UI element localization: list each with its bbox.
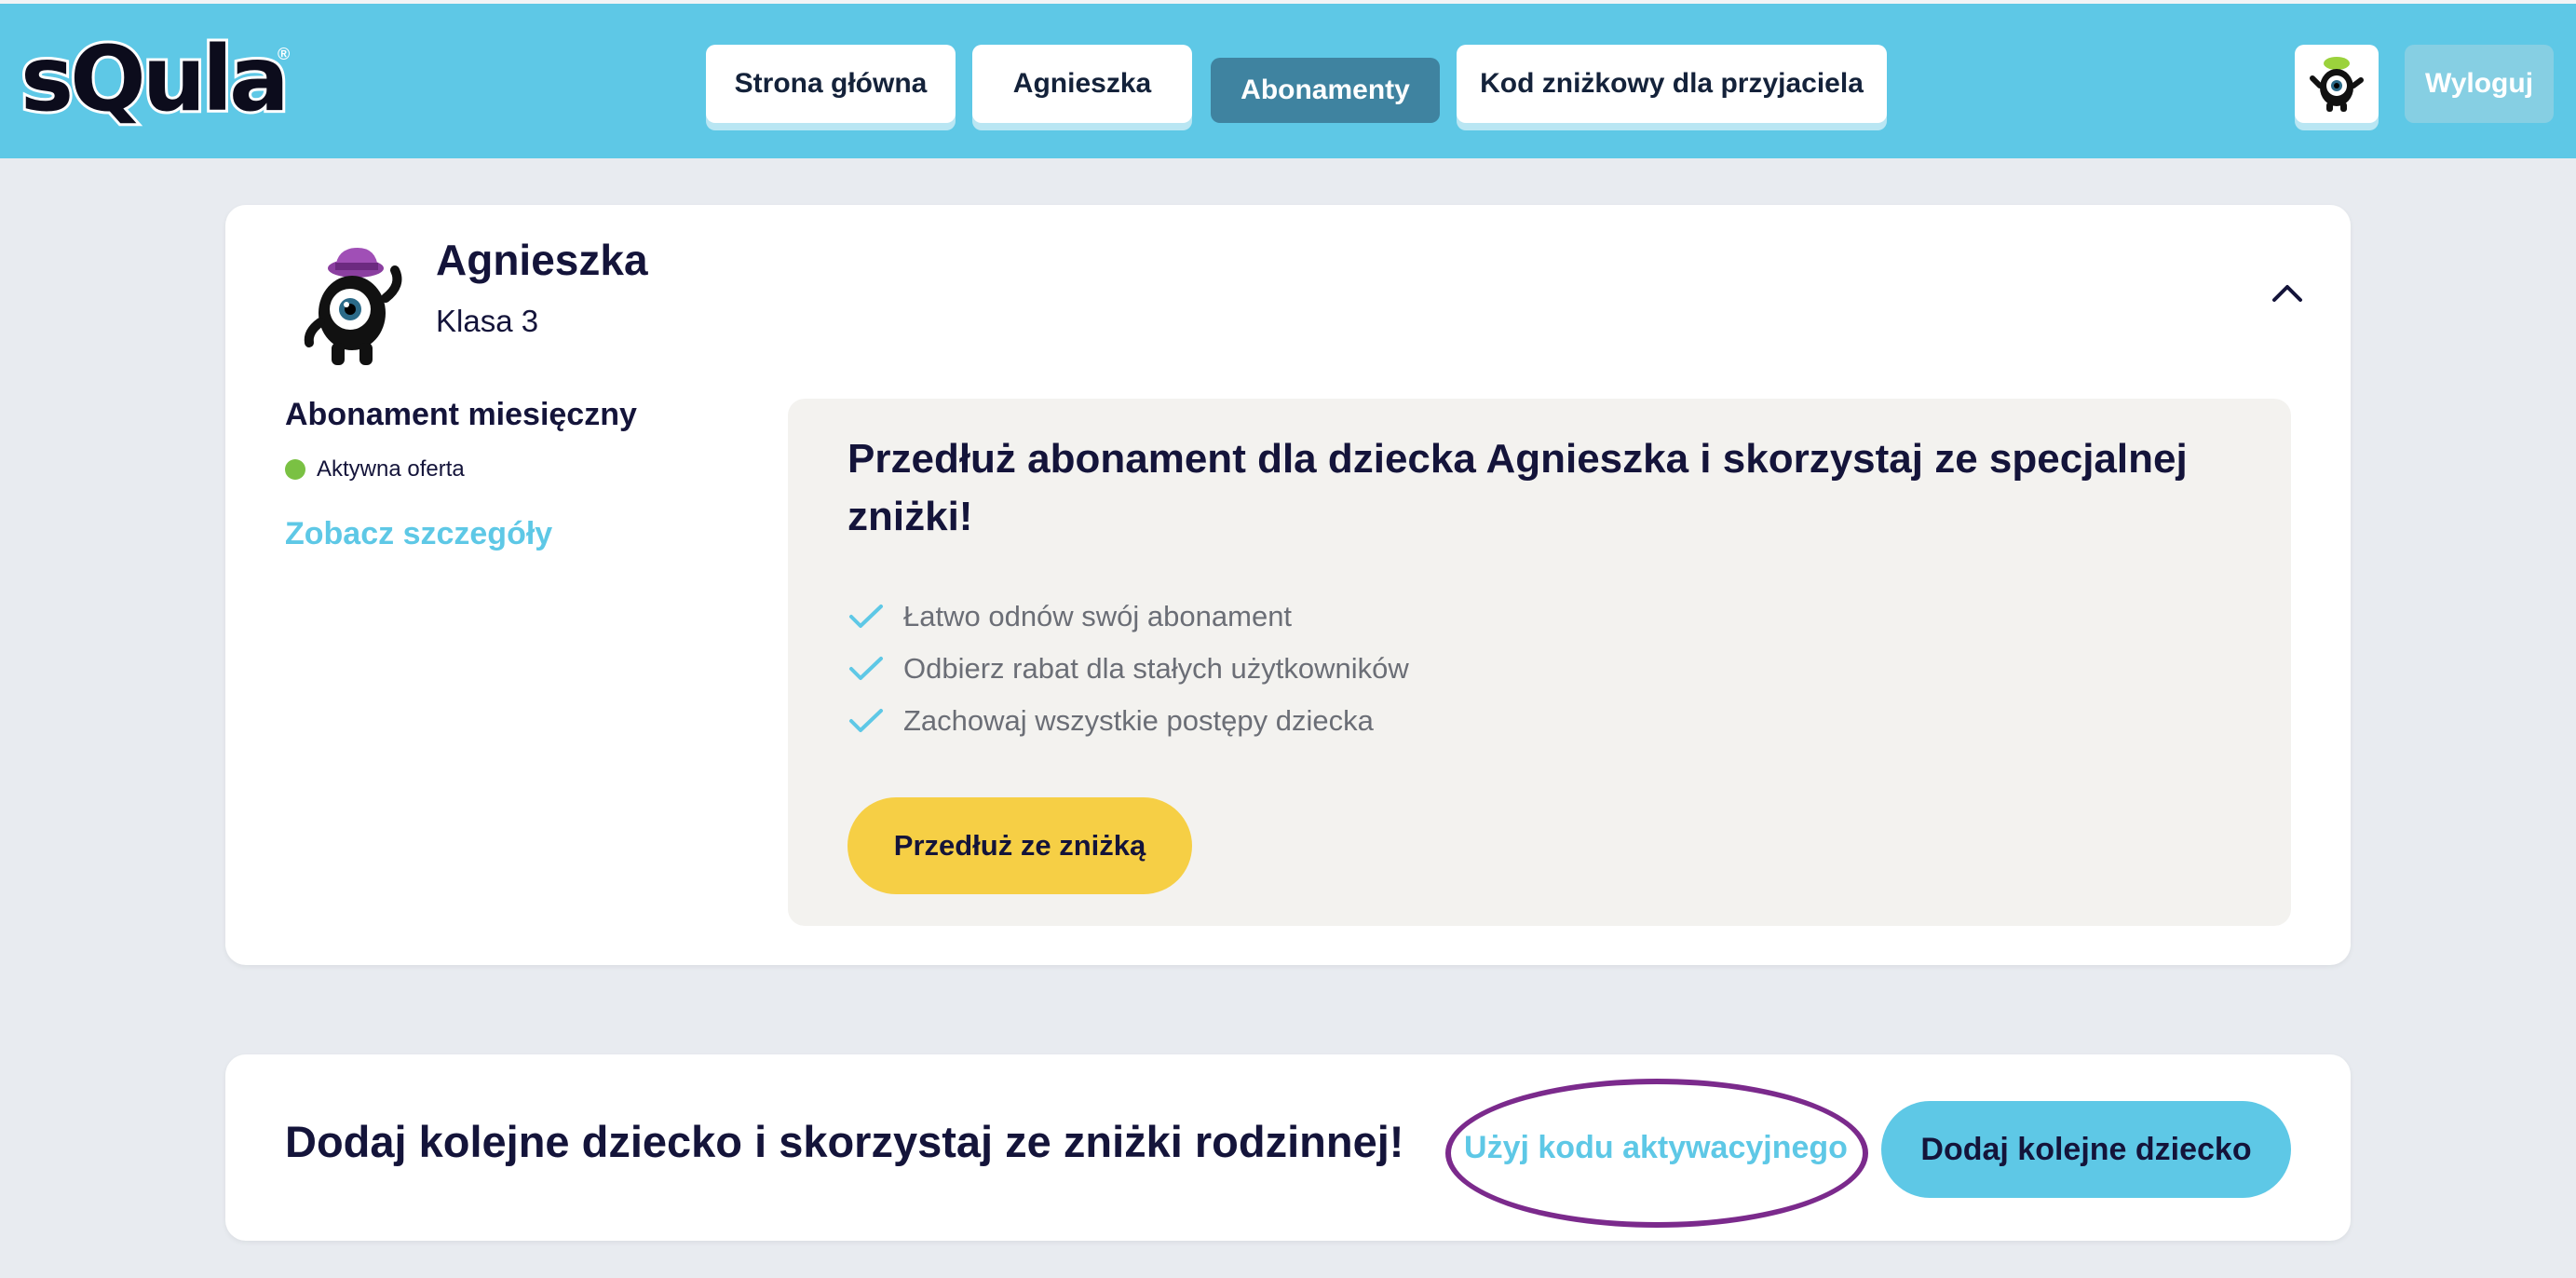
see-details-link[interactable]: Zobacz szczegóły	[285, 516, 552, 552]
logo-text: sQula	[18, 25, 292, 133]
top-navigation-bar: sQula ® Strona główna Agnieszka Abonamen…	[0, 0, 2576, 158]
benefit-item: Odbierz rabat dla stałych użytkowników	[847, 643, 1409, 695]
nav-tab-home[interactable]: Strona główna	[706, 45, 956, 123]
benefit-item: Zachowaj wszystkie postępy dziecka	[847, 695, 1409, 747]
check-icon	[849, 605, 883, 628]
monster-avatar-icon	[2310, 57, 2364, 112]
registered-mark: ®	[278, 45, 291, 63]
nav-tab-child[interactable]: Agnieszka	[972, 45, 1192, 123]
benefits-list: Łatwo odnów swój abonament Odbierz rabat…	[847, 591, 1409, 747]
renew-with-discount-button[interactable]: Przedłuż ze zniżką	[847, 797, 1192, 894]
squla-logo[interactable]: sQula ®	[18, 25, 300, 149]
subscription-type: Abonament miesięczny	[285, 397, 637, 432]
family-discount-text: Dodaj kolejne dziecko i skorzystaj ze zn…	[285, 1117, 1404, 1166]
renewal-offer-panel: Przedłuż abonament dla dziecka Agnieszka…	[788, 399, 2291, 926]
logout-button[interactable]: Wyloguj	[2405, 45, 2554, 123]
child-subscription-card: Agnieszka Klasa 3 Abonament miesięczny A…	[225, 205, 2351, 965]
profile-avatar-button[interactable]	[2295, 45, 2379, 123]
nav-tab-friend-discount[interactable]: Kod zniżkowy dla przyjaciela	[1457, 45, 1887, 123]
chevron-up-icon	[2272, 285, 2302, 302]
subscription-status: Aktywna oferta	[285, 456, 465, 483]
status-label: Aktywna oferta	[317, 456, 465, 482]
benefit-text: Odbierz rabat dla stałych użytkowników	[903, 652, 1409, 685]
nav-tab-label: Strona główna	[734, 68, 928, 99]
offer-title: Przedłuż abonament dla dziecka Agnieszka…	[847, 436, 2188, 539]
status-dot-icon	[285, 459, 305, 480]
nav-tab-subscriptions[interactable]: Abonamenty	[1211, 58, 1440, 123]
benefit-item: Łatwo odnów swój abonament	[847, 591, 1409, 643]
add-child-button[interactable]: Dodaj kolejne dziecko	[1881, 1101, 2291, 1198]
child-name: Agnieszka	[436, 236, 648, 284]
check-icon	[849, 709, 883, 732]
use-activation-code-link[interactable]: Użyj kodu aktywacyjnego	[1464, 1122, 1848, 1174]
benefit-text: Zachowaj wszystkie postępy dziecka	[903, 704, 1374, 737]
benefit-text: Łatwo odnów swój abonament	[903, 600, 1293, 632]
nav-tab-label: Abonamenty	[1241, 75, 1410, 105]
check-icon	[849, 657, 883, 680]
child-class: Klasa 3	[436, 304, 539, 338]
nav-tab-label: Kod zniżkowy dla przyjaciela	[1480, 68, 1864, 99]
collapse-card-button[interactable]	[2261, 266, 2313, 319]
add-child-card: Dodaj kolejne dziecko i skorzystaj ze zn…	[225, 1054, 2351, 1241]
nav-tab-label: Agnieszka	[1012, 68, 1152, 99]
monster-avatar-icon	[304, 248, 402, 365]
